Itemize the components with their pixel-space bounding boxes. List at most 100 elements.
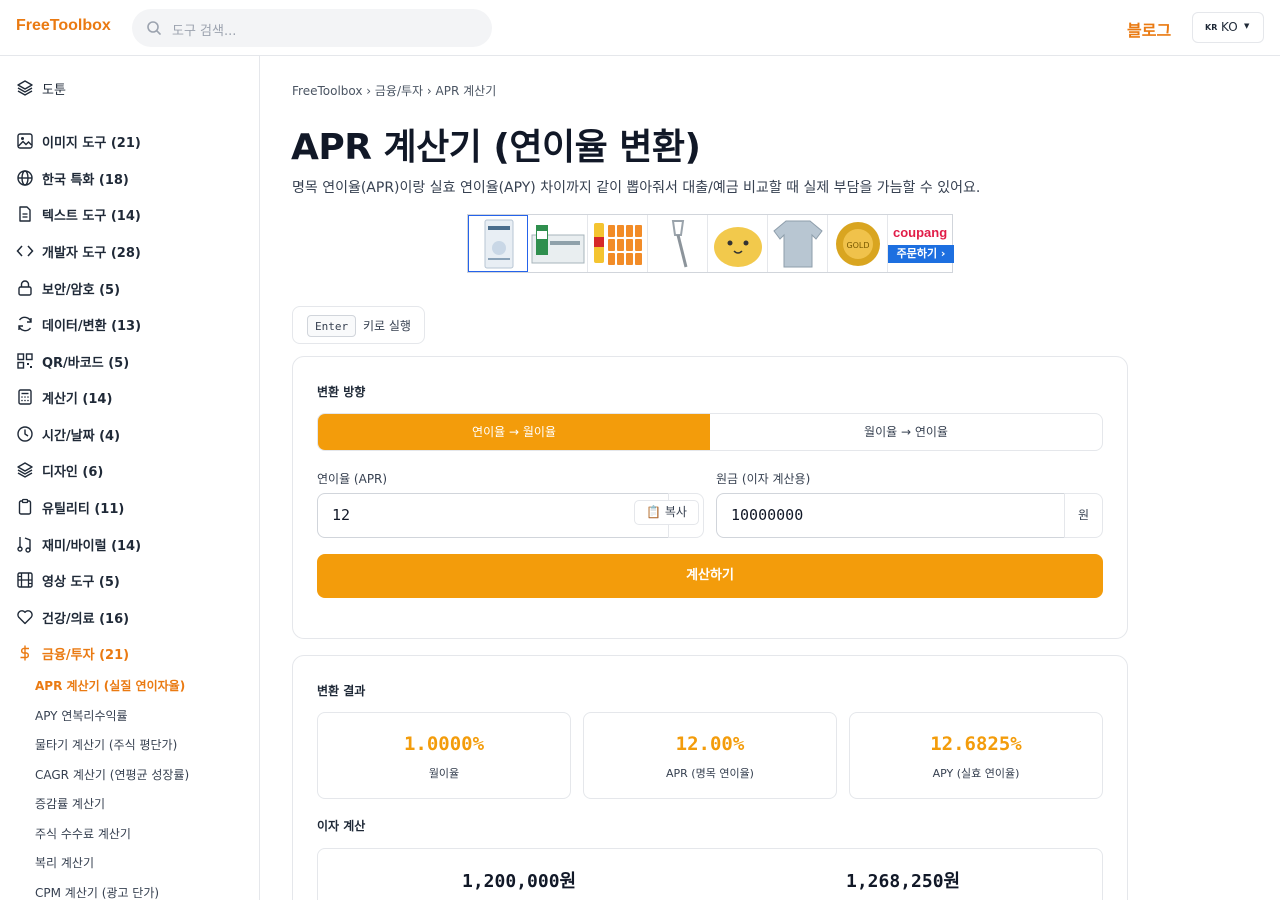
sidebar-item-data[interactable]: 데이터/변환 (13) [16, 313, 141, 335]
copy-button[interactable]: 📋 복사 [634, 500, 699, 525]
blog-link[interactable]: 블로그 [1127, 17, 1171, 41]
sidebar-item-label: 한국 특화 (18) [42, 172, 129, 188]
result-label: 변환 결과 [317, 684, 366, 698]
sidebar-subitem-avg-price[interactable]: 물타기 계산기 (주식 평단가) [35, 736, 177, 753]
ad-product-image[interactable] [648, 215, 708, 272]
result-value: 12.6825% [930, 733, 1022, 755]
sidebar-subitem-cagr[interactable]: CAGR 계산기 (연평균 성장률) [35, 766, 189, 783]
globe-icon [17, 170, 33, 186]
sidebar-subitem-compound[interactable]: 복리 계산기 [35, 854, 94, 871]
sidebar-item-label: 디자인 (6) [42, 464, 104, 480]
sidebar-item-top[interactable]: 도툰 [16, 77, 66, 99]
result-value: 12.00% [675, 733, 745, 755]
image-icon [17, 133, 33, 149]
sidebar: 도툰 이미지 도구 (21) 한국 특화 (18) 텍스트 도구 (14) 개발… [0, 56, 260, 900]
sidebar-item-label: 개발자 도구 (28) [42, 245, 141, 261]
language-selector[interactable]: KR KO ▼ [1192, 12, 1264, 43]
ad-product-image[interactable] [588, 215, 648, 272]
ad-product-image[interactable] [468, 215, 528, 272]
caret-down-icon: ▼ [1244, 22, 1250, 30]
flag-icon: KR [1205, 23, 1218, 32]
clock-icon [17, 426, 33, 442]
enter-hint: Enter 키로 실행 [292, 306, 425, 344]
principal-input[interactable]: 10000000 [716, 493, 1065, 538]
sidebar-item-finance[interactable]: 금융/투자 (21) [16, 642, 129, 664]
sidebar-item-label: 유틸리티 (11) [42, 501, 125, 517]
sidebar-item-dev[interactable]: 개발자 도구 (28) [16, 240, 141, 262]
input-card: 변환 방향 연이율 → 월이율 월이율 → 연이율 연이율 (APR) 12 📋… [292, 356, 1128, 639]
interest-label: 이자 계산 [317, 819, 366, 833]
sidebar-item-label: 데이터/변환 (13) [42, 318, 142, 334]
sidebar-subitem-change-rate[interactable]: 증감률 계산기 [35, 795, 105, 812]
calculate-button[interactable]: 계산하기 [317, 554, 1103, 598]
sidebar-item-label: 재미/바이럴 (14) [42, 538, 142, 554]
clipboard-icon [18, 498, 32, 515]
refresh-icon [18, 316, 32, 332]
search-box[interactable]: 도구 검색... [132, 9, 492, 47]
direction-label: 변환 방향 [317, 385, 366, 399]
heart-icon [17, 610, 33, 625]
sidebar-item-image[interactable]: 이미지 도구 (21) [16, 130, 141, 152]
film-icon [17, 572, 33, 588]
search-placeholder: 도구 검색... [172, 24, 237, 39]
result-caption: APR (명목 연이율) [666, 767, 754, 780]
sidebar-item-text[interactable]: 텍스트 도구 (14) [16, 203, 141, 225]
sidebar-item-design[interactable]: 디자인 (6) [16, 459, 103, 481]
dollar-icon [20, 645, 29, 661]
search-icon [147, 21, 161, 35]
sidebar-item-label: 건강/의료 (16) [42, 611, 130, 627]
qr-icon [17, 353, 33, 369]
coupang-logo: coupang [893, 225, 948, 240]
unit-addon: 원 [1064, 493, 1103, 538]
page-title: APR 계산기 (연이율 변환) [291, 127, 701, 168]
ad-product-image[interactable] [768, 215, 828, 272]
enter-hint-text: 키로 실행 [363, 319, 411, 333]
sidebar-subitem-cpm[interactable]: CPM 계산기 (광고 단가) [35, 884, 159, 900]
result-apy: 12.6825% APY (실효 연이율) [849, 712, 1103, 799]
apr-input[interactable]: 12 [317, 493, 669, 538]
direction-toggle[interactable]: 연이율 → 월이율 월이율 → 연이율 [317, 413, 1103, 451]
sidebar-item-video[interactable]: 영상 도구 (5) [16, 569, 120, 591]
result-caption: APY (실효 연이율) [932, 767, 1020, 780]
ad-coupang[interactable]: coupang 주문하기 › [888, 215, 954, 272]
sidebar-item-time[interactable]: 시간/날짜 (4) [16, 423, 120, 445]
layers-icon [17, 80, 33, 96]
sidebar-item-utility[interactable]: 유틸리티 (11) [16, 496, 124, 518]
sidebar-item-korea[interactable]: 한국 특화 (18) [16, 167, 129, 189]
site-logo[interactable]: FreeToolbox [16, 17, 111, 35]
breadcrumb[interactable]: FreeToolbox › 금융/투자 › APR 계산기 [292, 82, 496, 99]
sidebar-item-calculator[interactable]: 계산기 (14) [16, 386, 112, 408]
ad-product-image[interactable]: GOLD [828, 215, 888, 272]
layers-icon [17, 462, 33, 478]
sidebar-item-fun[interactable]: 재미/바이럴 (14) [16, 533, 141, 555]
ad-product-image[interactable] [528, 215, 588, 272]
interest-compound-value: 1,268,250원 [846, 871, 961, 892]
option-annual-to-monthly[interactable]: 연이율 → 월이율 [318, 414, 710, 450]
option-monthly-to-annual[interactable]: 월이율 → 연이율 [710, 414, 1102, 450]
music-icon [17, 537, 31, 553]
apr-label: 연이율 (APR) [317, 472, 388, 486]
sidebar-item-health[interactable]: 건강/의료 (16) [16, 606, 129, 628]
top-header: FreeToolbox 도구 검색... 블로그 KR KO ▼ [0, 0, 1280, 56]
sidebar-item-label: 텍스트 도구 (14) [42, 208, 141, 224]
sidebar-item-label: 계산기 (14) [42, 391, 113, 407]
sidebar-item-security[interactable]: 보안/암호 (5) [16, 277, 120, 299]
sidebar-item-label: 영상 도구 (5) [42, 574, 120, 590]
lock-icon [18, 280, 32, 296]
ad-banner[interactable]: GOLD coupang 주문하기 › [467, 214, 954, 273]
sidebar-item-label: 금융/투자 (21) [42, 647, 130, 663]
code-icon [16, 245, 34, 257]
sidebar-item-label: 이미지 도구 (21) [42, 135, 141, 151]
sidebar-item-label: QR/바코드 (5) [42, 355, 130, 371]
result-monthly: 1.0000% 월이율 [317, 712, 571, 799]
sidebar-subitem-apr[interactable]: APR 계산기 (실질 연이자율) [35, 677, 185, 694]
calculator-icon [18, 389, 32, 405]
result-caption: 월이율 [428, 767, 460, 780]
sidebar-subitem-fee[interactable]: 주식 수수료 계산기 [35, 825, 131, 842]
sidebar-item-qr[interactable]: QR/바코드 (5) [16, 350, 129, 372]
sidebar-item-label: 보안/암호 (5) [42, 282, 121, 298]
ad-product-image[interactable] [708, 215, 768, 272]
svg-text:GOLD: GOLD [846, 241, 869, 250]
ad-order-button[interactable]: 주문하기 › [888, 245, 954, 263]
sidebar-subitem-apy[interactable]: APY 연복리수익률 [35, 707, 128, 724]
